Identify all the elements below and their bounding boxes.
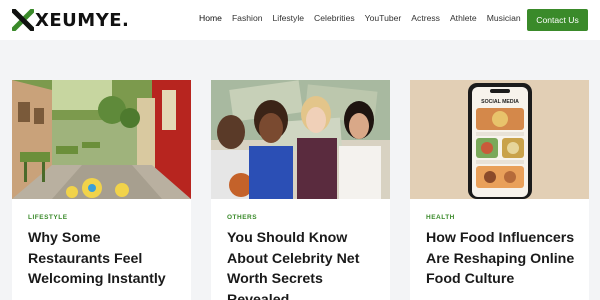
contact-us-button[interactable]: Contact Us xyxy=(527,9,588,31)
main-nav: Home Fashion Lifestyle Celebrities YouTu… xyxy=(199,13,531,23)
site-logo[interactable]: XEUMYE. xyxy=(12,9,129,31)
site-header: XEUMYE. Home Fashion Lifestyle Celebriti… xyxy=(0,0,600,40)
nav-athlete[interactable]: Athlete xyxy=(450,13,477,23)
nav-youtuber[interactable]: YouTuber xyxy=(365,13,402,23)
smartphone-social-media-image[interactable]: SOCIAL MEDIA xyxy=(410,80,589,199)
nav-musician[interactable]: Musician xyxy=(487,13,521,23)
nav-fashion[interactable]: Fashion xyxy=(232,13,263,23)
article-card-health[interactable]: SOCIAL MEDIA HEALTH How Food Influencers… xyxy=(410,80,589,300)
restaurant-street-image[interactable] xyxy=(12,80,191,199)
svg-text:SOCIAL MEDIA: SOCIAL MEDIA xyxy=(481,99,519,105)
nav-celebrities[interactable]: Celebrities xyxy=(314,13,355,23)
card-category[interactable]: HEALTH xyxy=(426,214,455,221)
card-title[interactable]: You Should Know About Celebrity Net Wort… xyxy=(227,228,379,300)
card-title[interactable]: Why Some Restaurants Feel Welcoming Inst… xyxy=(28,228,180,290)
logo-text: XEUMYE. xyxy=(35,9,130,31)
nav-home[interactable]: Home xyxy=(199,13,222,23)
logo-x-icon xyxy=(12,9,34,31)
card-category[interactable]: LIFESTYLE xyxy=(28,214,68,221)
article-card-others[interactable]: OTHERS You Should Know About Celebrity N… xyxy=(211,80,390,300)
article-card-lifestyle[interactable]: LIFESTYLE Why Some Restaurants Feel Welc… xyxy=(12,80,191,300)
card-category[interactable]: OTHERS xyxy=(227,214,257,221)
nav-lifestyle[interactable]: Lifestyle xyxy=(273,13,305,23)
nav-actress[interactable]: Actress xyxy=(411,13,440,23)
celebrities-collage-image[interactable] xyxy=(211,80,390,199)
card-title[interactable]: How Food Influencers Are Reshaping Onlin… xyxy=(426,228,578,290)
